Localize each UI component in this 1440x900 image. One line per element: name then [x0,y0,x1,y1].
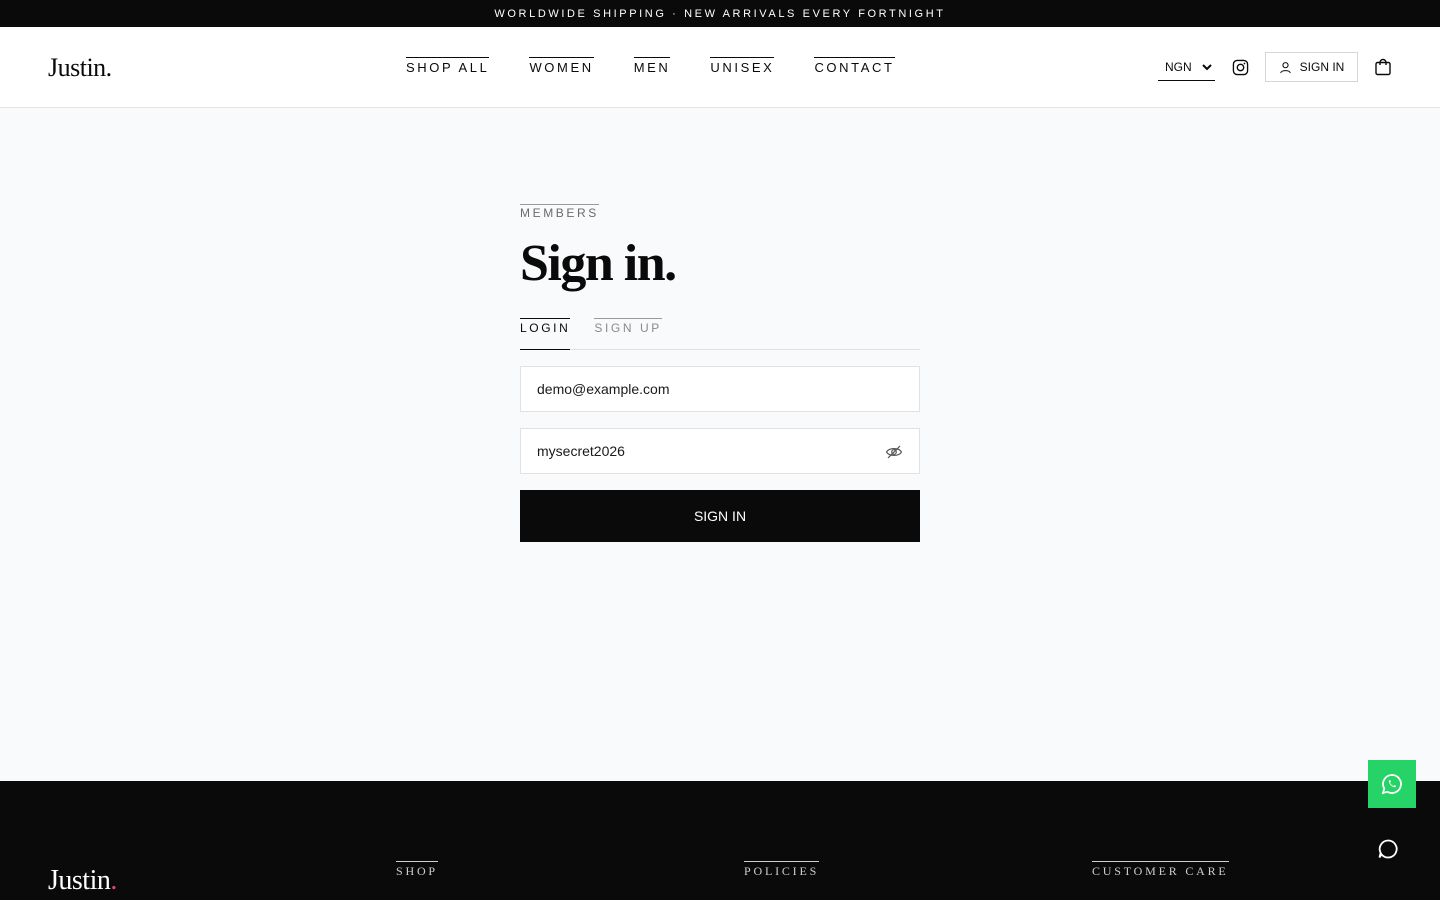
nav-women[interactable]: WOMEN [529,57,594,75]
tab-signup[interactable]: SIGN UP [594,318,662,350]
site-footer: Justin. SHOP POLICIES CUSTOMER CARE [0,781,1440,900]
footer-logo-text: Justin [48,865,111,896]
tab-login[interactable]: LOGIN [520,318,571,350]
nav-shop-all[interactable]: SHOP ALL [406,57,490,75]
main-nav: SHOP ALL WOMEN MEN UNISEX CONTACT [406,57,895,75]
email-field[interactable] [520,366,920,412]
currency-value: NGN [1165,59,1192,74]
whatsapp-button[interactable] [1368,760,1416,808]
members-eyebrow: MEMBERS [520,204,599,220]
signin-submit-button[interactable]: SIGN IN [520,490,920,542]
password-input[interactable] [537,443,877,459]
chat-icon [1378,839,1398,859]
site-header: Justin. SHOP ALL WOMEN MEN UNISEX CONTAC… [0,27,1440,108]
password-field[interactable] [520,428,920,474]
footer-heading-shop: SHOP [396,861,438,878]
cart-icon[interactable] [1374,58,1392,76]
chat-button[interactable] [1376,837,1400,861]
header-tools: NGN SIGN IN [1158,52,1392,82]
chevron-down-icon [1202,63,1212,70]
announcement-bar: WORLDWIDE SHIPPING · NEW ARRIVALS EVERY … [0,0,1440,27]
nav-unisex[interactable]: UNISEX [710,57,775,75]
footer-heading-customer-care: CUSTOMER CARE [1092,861,1229,878]
signin-panel: MEMBERS Sign in. LOGIN SIGN UP SIGN IN [520,204,920,542]
header-signin-label: SIGN IN [1299,60,1345,74]
announcement-text: WORLDWIDE SHIPPING · NEW ARRIVALS EVERY … [494,7,946,20]
eye-off-icon[interactable] [885,443,903,461]
footer-heading-policies: POLICIES [744,861,820,878]
footer-logo[interactable]: Justin. [48,865,117,897]
instagram-icon[interactable] [1231,58,1249,76]
whatsapp-icon [1381,774,1402,795]
nav-men[interactable]: MEN [633,57,671,75]
page-title: Sign in. [520,235,677,292]
email-input[interactable] [537,381,877,397]
footer-logo-dot: . [110,865,117,896]
currency-select[interactable]: NGN [1158,54,1215,81]
user-icon [1279,61,1291,73]
auth-tabs: LOGIN SIGN UP [520,318,920,350]
header-signin-button[interactable]: SIGN IN [1265,52,1358,82]
logo[interactable]: Justin. [48,53,112,83]
nav-contact[interactable]: CONTACT [814,57,895,75]
